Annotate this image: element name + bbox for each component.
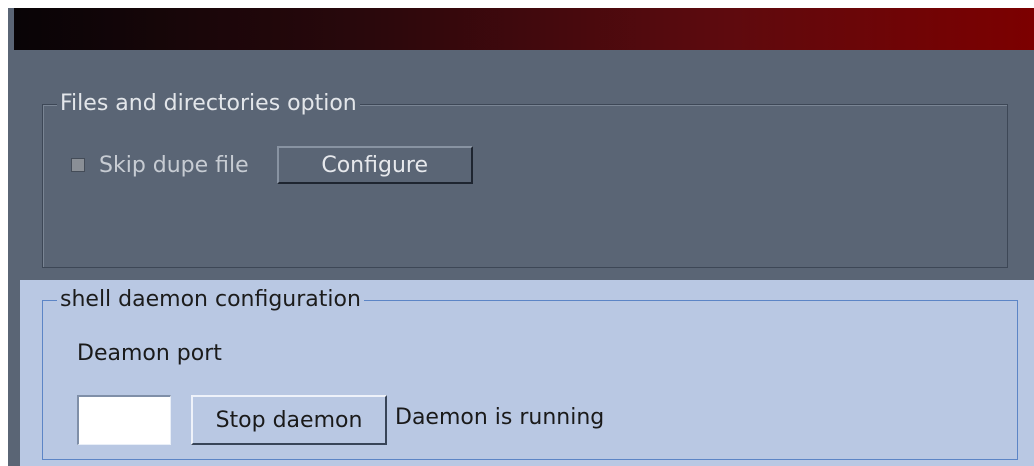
skip-dupe-checkbox[interactable] [71, 158, 85, 172]
daemon-group-legend: shell daemon configuration [57, 286, 364, 314]
files-group-legend: Files and directories option [57, 90, 360, 118]
daemon-status-text: Daemon is running [395, 405, 605, 430]
title-bar[interactable] [14, 8, 1034, 50]
files-directories-group: Files and directories option Skip dupe f… [42, 90, 1008, 268]
shell-daemon-group: shell daemon configuration Deamon port S… [42, 286, 1018, 460]
skip-dupe-row: Skip dupe file Configure [71, 145, 473, 185]
daemon-port-label: Deamon port [77, 341, 222, 366]
skip-dupe-label[interactable]: Skip dupe file [99, 153, 249, 178]
daemon-port-input[interactable] [77, 395, 171, 445]
daemon-panel: shell daemon configuration Deamon port S… [20, 280, 1034, 466]
stop-daemon-button[interactable]: Stop daemon [191, 395, 387, 445]
configure-button[interactable]: Configure [276, 146, 473, 184]
dialog-window: Files and directories option Skip dupe f… [8, 8, 1034, 466]
